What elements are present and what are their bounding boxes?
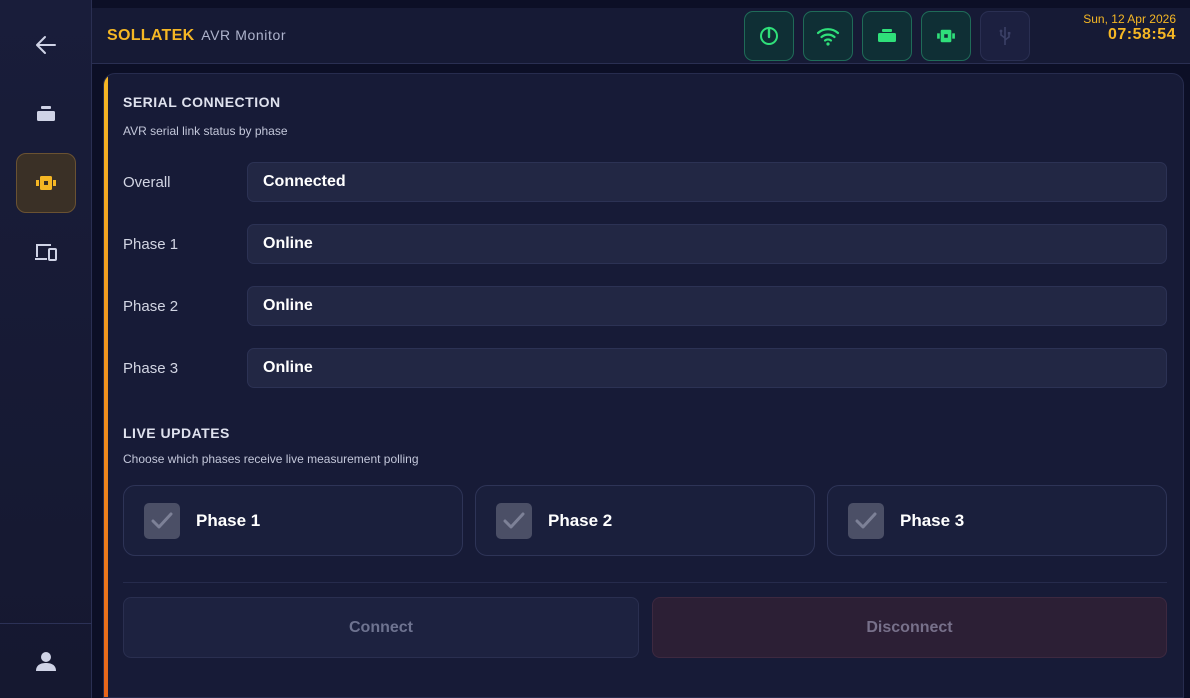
usb-icon (999, 27, 1011, 45)
checkmark-icon (855, 512, 877, 528)
app-title: SOLLATEK AVR Monitor (107, 27, 286, 45)
sidebar (0, 0, 92, 698)
phase-2-label: Phase 2 (548, 510, 613, 530)
power-status-button[interactable] (744, 11, 794, 61)
row-label-phase-1: Phase 1 (123, 236, 179, 253)
serial-icon (36, 176, 56, 190)
connect-button[interactable]: Connect (123, 597, 639, 658)
phase-3-label: Phase 3 (900, 510, 965, 530)
checkbox-phase-3[interactable] (848, 502, 884, 539)
checkbox-phase-2[interactable] (496, 502, 532, 539)
phase-3-toggle[interactable]: Phase 3 (827, 485, 1167, 556)
datetime: Sun, 12 Apr 2026 07:58:54 (1083, 12, 1176, 44)
sidebar-divider (0, 623, 92, 624)
time-text: 07:58:54 (1107, 26, 1176, 43)
phase-1-label: Phase 1 (196, 510, 261, 530)
row-label-phase-2: Phase 2 (123, 298, 179, 315)
phase-2-toggle[interactable]: Phase 2 (475, 485, 815, 556)
user-icon (36, 652, 56, 671)
phase-1-toggle[interactable]: Phase 1 (123, 485, 463, 556)
serial-section-subtitle: AVR serial link status by phase (123, 124, 288, 138)
checkbox-phase-1[interactable] (144, 502, 180, 539)
back-button[interactable] (16, 15, 76, 75)
serial-icon (937, 29, 955, 43)
serial-connection-card: SERIAL CONNECTION AVR serial link status… (103, 73, 1184, 698)
disconnect-button[interactable]: Disconnect (652, 597, 1167, 658)
row-value-phase-2: Online (247, 286, 1167, 326)
date-text: Sun, 12 Apr 2026 (1083, 12, 1176, 26)
row-label-phase-3: Phase 3 (123, 360, 179, 377)
battery-status-button[interactable] (862, 11, 912, 61)
sidebar-item-battery[interactable] (16, 84, 76, 144)
user-button[interactable] (16, 631, 76, 691)
row-value-phase-1: Online (247, 224, 1167, 264)
usb-status-button[interactable] (980, 11, 1030, 61)
wifi-status-button[interactable] (803, 11, 853, 61)
checkmark-icon (503, 512, 525, 528)
wifi-icon (816, 28, 840, 46)
brand-subtitle: AVR Monitor (201, 27, 287, 43)
row-label-overall: Overall (123, 174, 171, 191)
row-value-overall: Connected (247, 162, 1167, 202)
battery-icon (878, 29, 896, 42)
live-section-title: LIVE UPDATES (123, 425, 230, 441)
power-icon (760, 26, 778, 45)
sidebar-item-devices[interactable] (16, 222, 76, 282)
serial-section-title: SERIAL CONNECTION (123, 94, 281, 110)
checkmark-icon (151, 512, 173, 528)
header: SOLLATEK AVR Monitor Sun, 12 Apr 2026 07… (92, 8, 1190, 64)
battery-icon (37, 106, 55, 121)
row-value-phase-3: Online (247, 348, 1167, 388)
brand-name: SOLLATEK (107, 27, 195, 44)
live-section-subtitle: Choose which phases receive live measure… (123, 452, 419, 466)
back-arrow-icon (36, 36, 56, 54)
devices-icon (35, 244, 57, 261)
section-divider (123, 582, 1167, 583)
sidebar-item-serial[interactable] (16, 153, 76, 213)
serial-status-button[interactable] (921, 11, 971, 61)
card-accent-bar (104, 74, 108, 697)
